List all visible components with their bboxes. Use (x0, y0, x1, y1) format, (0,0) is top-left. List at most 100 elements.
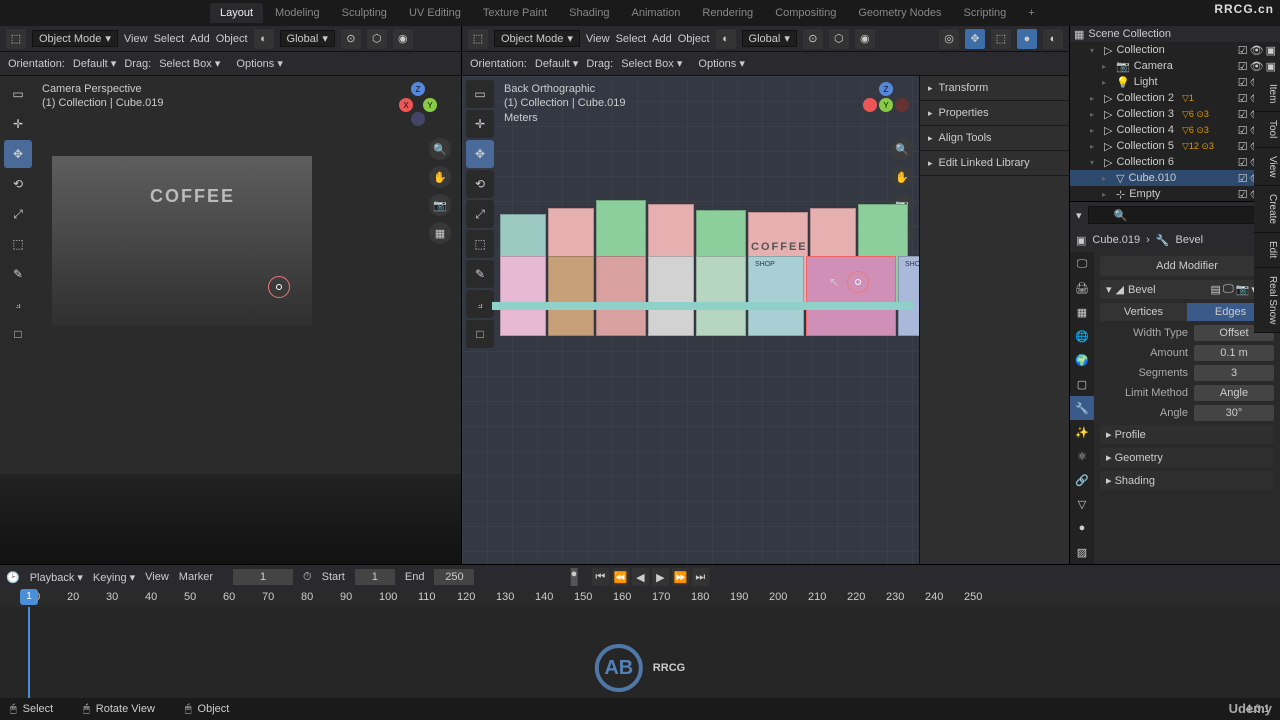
shading-mat-icon[interactable]: ◐ (1043, 29, 1063, 49)
hdr-object[interactable]: Object (216, 33, 248, 45)
propedit-icon[interactable]: ◉ (393, 29, 413, 49)
scene-pin-icon[interactable]: 📌 (1094, 4, 1112, 22)
play-icon[interactable]: ▶ (651, 568, 669, 586)
mode-select[interactable]: Object Mode ▾ (32, 30, 118, 47)
tab-animation[interactable]: Animation (622, 3, 691, 23)
modifier-name[interactable]: Bevel (1128, 284, 1156, 296)
options-btn[interactable]: Options ▾ (698, 57, 745, 70)
tl-marker[interactable]: Marker (179, 571, 213, 583)
tool-transform[interactable]: ⬚ (466, 230, 494, 258)
mod-realtime-icon[interactable]: 🖵 (1223, 283, 1234, 296)
tab-sculpting[interactable]: Sculpting (332, 3, 397, 23)
persp-icon[interactable]: ▦ (429, 222, 451, 244)
orientation-select[interactable]: Global ▾ (280, 30, 335, 47)
ntab-item[interactable]: Item (1254, 76, 1280, 112)
editor-type-icon[interactable]: ⬚ (468, 29, 488, 49)
outliner-item[interactable]: ▸▷Collection 5▽12 ⊙3☑👁▣ (1070, 138, 1280, 154)
tool-measure[interactable]: ⟓ (4, 290, 32, 318)
snap-icon[interactable]: ⬡ (367, 29, 387, 49)
tl-playback[interactable]: Playback ▾ (30, 571, 83, 584)
tl-keying[interactable]: Keying ▾ (93, 571, 135, 584)
hdr-add[interactable]: Add (652, 33, 672, 45)
npanel-transform[interactable]: ▸Transform (920, 76, 1069, 101)
ptab-viewlayer[interactable]: ▦ (1070, 300, 1094, 324)
pivot-icon[interactable]: ⊙ (803, 29, 823, 49)
mod-edit-icon[interactable]: ▤ (1211, 283, 1221, 296)
scene-new-icon[interactable]: ⧉ (1072, 4, 1090, 22)
angle-value[interactable]: 30° (1194, 405, 1274, 421)
hdr-select[interactable]: Select (616, 33, 647, 45)
add-modifier-button[interactable]: Add Modifier (1100, 256, 1274, 276)
timeline-type-icon[interactable]: 🕑 (6, 571, 20, 584)
tool-cursor[interactable]: ✛ (466, 110, 494, 138)
outliner-item[interactable]: ▸▷Collection 4▽6 ⊙3☑👁▣ (1070, 122, 1280, 138)
npanel-properties[interactable]: ▸Properties (920, 101, 1069, 126)
start-frame-field[interactable]: 1 (355, 569, 395, 585)
autokey-icon[interactable]: ● (571, 568, 578, 586)
ptab-physics[interactable]: ⚛ (1070, 444, 1094, 468)
tool-select-box[interactable]: ▭ (4, 80, 32, 108)
snap-icon[interactable]: ⬡ (829, 29, 849, 49)
viewlayer-icon[interactable]: ▦ (1116, 4, 1134, 22)
tool-move[interactable]: ✥ (4, 140, 32, 168)
tab-modeling[interactable]: Modeling (265, 3, 330, 23)
sub-profile[interactable]: ▸ Profile (1100, 425, 1274, 444)
nav-gizmo[interactable]: Y X Z (395, 82, 443, 130)
hdr-view[interactable]: View (124, 33, 148, 45)
tool-addcube[interactable]: □ (466, 320, 494, 348)
ptab-output[interactable]: 🖨 (1070, 276, 1094, 300)
play-rev-icon[interactable]: ◀ (631, 568, 649, 586)
options-btn[interactable]: Options ▾ (236, 57, 283, 70)
tool-scale[interactable]: ⤢ (466, 200, 494, 228)
tab-add[interactable]: + (1018, 3, 1044, 23)
sub-shading[interactable]: ▸ Shading (1100, 471, 1274, 490)
tab-texpaint[interactable]: Texture Paint (473, 3, 557, 23)
pivot-icon[interactable]: ⊙ (341, 29, 361, 49)
tool-move[interactable]: ✥ (466, 140, 494, 168)
blender-logo-icon[interactable] (8, 5, 24, 21)
breadcrumb-object[interactable]: Cube.019 (1092, 234, 1140, 246)
orient-icon[interactable]: ◐ (254, 29, 274, 49)
preview-range-icon[interactable]: ⏱ (303, 571, 312, 584)
seg-vertices[interactable]: Vertices (1100, 303, 1187, 321)
tl-view[interactable]: View (145, 571, 169, 583)
ptab-data[interactable]: ▽ (1070, 492, 1094, 516)
pan-icon[interactable]: ✋ (429, 166, 451, 188)
nav-gizmo[interactable]: Z Y (863, 82, 911, 130)
jump-start-icon[interactable]: ⏮ (591, 568, 609, 586)
propedit-icon[interactable]: ◉ (855, 29, 875, 49)
hdr-object[interactable]: Object (678, 33, 710, 45)
orientation-select[interactable]: Global ▾ (742, 30, 797, 47)
xray-icon[interactable]: ⬚ (991, 29, 1011, 49)
ptab-constraints[interactable]: 🔗 (1070, 468, 1094, 492)
segments-value[interactable]: 3 (1194, 365, 1274, 381)
tool-select-box[interactable]: ▭ (466, 80, 494, 108)
tab-rendering[interactable]: Rendering (692, 3, 763, 23)
modifier-panel-header[interactable]: ▾◢ Bevel ▤ 🖵 📷 ▾ ✕ (1100, 280, 1274, 299)
drag-val[interactable]: Select Box ▾ (159, 57, 220, 70)
ptab-material[interactable]: ● (1070, 516, 1094, 540)
outliner-item[interactable]: ▸▷Collection 2▽1☑👁▣ (1070, 90, 1280, 106)
current-frame-field[interactable]: 1 (233, 569, 293, 585)
ntab-realsnow[interactable]: Real Snow (1254, 268, 1280, 333)
outliner-item[interactable]: ▸📷Camera☑👁▣ (1070, 58, 1280, 74)
npanel-edit-linked[interactable]: ▸Edit Linked Library (920, 151, 1069, 176)
timeline-ruler[interactable]: 1020304050607080901001101201301401501601… (0, 589, 1280, 607)
outliner-item[interactable]: ▸▽Cube.010☑👁▣ (1070, 170, 1280, 186)
tool-addcube[interactable]: □ (4, 320, 32, 348)
orient-icon[interactable]: ◐ (716, 29, 736, 49)
menu-edit[interactable]: Edit (70, 3, 105, 23)
amount-value[interactable]: 0.1 m (1194, 345, 1274, 361)
tab-uv[interactable]: UV Editing (399, 3, 471, 23)
viewport-left-canvas[interactable]: COFFEE Camera Perspective (1) Collection… (0, 76, 461, 564)
overlay-icon[interactable]: ◎ (939, 29, 959, 49)
tool-rotate[interactable]: ⟲ (466, 170, 494, 198)
breadcrumb-modifier[interactable]: Bevel (1176, 234, 1204, 246)
hdr-select[interactable]: Select (154, 33, 185, 45)
ptab-particles[interactable]: ✨ (1070, 420, 1094, 444)
tool-annotate[interactable]: ✎ (4, 260, 32, 288)
tab-layout[interactable]: Layout (210, 3, 263, 23)
editor-type-icon[interactable]: ⬚ (6, 29, 26, 49)
outliner-item[interactable]: ▸▷Collection 3▽6 ⊙3☑👁▣ (1070, 106, 1280, 122)
tab-geonodes[interactable]: Geometry Nodes (848, 3, 951, 23)
